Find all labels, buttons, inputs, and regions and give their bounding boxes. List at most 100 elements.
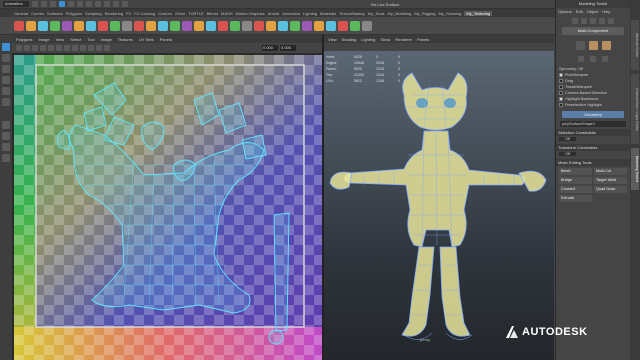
new-scene-icon[interactable] [32, 1, 38, 7]
shelf-tab[interactable]: My_Tools [368, 11, 385, 16]
checkbox-icon[interactable] [559, 91, 563, 95]
shelf-tab[interactable]: MASH [221, 11, 233, 16]
checkbox-icon[interactable] [559, 97, 563, 101]
mesh-tool-button[interactable]: Target Weld [594, 177, 627, 184]
multi-component-button[interactable]: Multi-Component [562, 27, 624, 35]
mesh-tool-button[interactable]: Extrude [559, 195, 592, 202]
select-by-hierarchy-icon[interactable] [59, 1, 65, 7]
symmetry-z-icon[interactable] [602, 56, 608, 62]
shelf-tab[interactable]: Lighting [303, 11, 317, 16]
open-scene-icon[interactable] [41, 1, 47, 7]
single-view-icon[interactable] [2, 121, 10, 129]
object-name-field[interactable]: polySurfaceShape1 [560, 121, 626, 127]
viewport-menu-item[interactable]: Shading [342, 37, 357, 42]
transform-dropdown[interactable]: Off [556, 151, 630, 157]
shelf-tool-icon[interactable] [230, 20, 240, 31]
uv-menu-item[interactable]: Image [101, 37, 112, 42]
save-scene-icon[interactable] [50, 1, 56, 7]
live-surface-label[interactable]: No Live Surface [371, 2, 399, 7]
mesh-tool-button[interactable]: Bridge [559, 177, 592, 184]
shelf-tool-icon[interactable] [26, 20, 36, 31]
uv-menu-item[interactable]: UV Sets [139, 37, 154, 42]
render-icon[interactable] [113, 1, 119, 7]
object-mode-icon[interactable] [572, 18, 578, 24]
shelf-tab[interactable]: Custom [158, 11, 172, 16]
soft-select-icon[interactable] [575, 41, 585, 50]
shelf-tool-icon[interactable] [218, 20, 228, 31]
shelf-tab[interactable]: FX Caching [134, 11, 155, 16]
shelf-tool-icon[interactable] [290, 20, 300, 31]
uv-menu-item[interactable]: Panels [160, 37, 172, 42]
menu-help[interactable]: Help [602, 9, 610, 14]
mesh-editing-header[interactable]: Mesh Editing Tools [556, 159, 630, 166]
mesh-tool-button[interactable]: Multi-Cut [594, 168, 627, 175]
shelf-tool-icon[interactable] [62, 20, 72, 31]
menu-edit[interactable]: Edit [576, 9, 583, 14]
uv-menu-item[interactable]: Polygons [16, 37, 32, 42]
shelf-tool-icon[interactable] [266, 20, 276, 31]
tab-attribute-editor[interactable]: Attribute Editor [631, 20, 639, 70]
shelf-tab[interactable]: My_Rigging [414, 11, 435, 16]
shelf-tab[interactable]: Materials [320, 11, 336, 16]
constraint-dropdown[interactable]: Off [556, 136, 630, 142]
geometry-button[interactable]: Geometry [562, 111, 624, 118]
uv-checker-icon[interactable] [32, 45, 38, 51]
shelf-tool-icon[interactable] [134, 20, 144, 31]
viewport-menu-item[interactable]: Panels [417, 37, 429, 42]
uv-paste-icon[interactable] [96, 45, 102, 51]
shelf-tab[interactable]: My_Texturing [464, 10, 493, 16]
rotate-tool-icon[interactable] [2, 87, 10, 95]
shelf-tool-icon[interactable] [158, 20, 168, 31]
select-by-object-icon[interactable] [68, 1, 74, 7]
shelf-tab[interactable]: Sculpting [85, 11, 101, 16]
shelf-tool-icon[interactable] [338, 20, 348, 31]
select-by-component-icon[interactable] [77, 1, 83, 7]
shelf-tool-icon[interactable] [74, 20, 84, 31]
uv-mode-icon[interactable] [608, 18, 614, 24]
shelf-tab[interactable]: My_Skinning [438, 11, 461, 16]
shelf-tab[interactable]: Animation [282, 11, 300, 16]
shelf-tool-icon[interactable] [350, 20, 360, 31]
scale-tool-icon[interactable] [2, 98, 10, 106]
shelf-tab[interactable]: Surfaces [47, 11, 63, 16]
lasso-tool-icon[interactable] [2, 54, 10, 62]
shelf-tool-icon[interactable] [302, 20, 312, 31]
shelf-tool-icon[interactable] [242, 20, 252, 31]
checkbox-icon[interactable] [559, 73, 563, 77]
selection-constraints-header[interactable]: Selection Constraints [556, 129, 630, 136]
uv-isolate-icon[interactable] [56, 45, 62, 51]
select-tool-icon[interactable] [2, 43, 10, 51]
shelf-tool-icon[interactable] [86, 20, 96, 31]
shelf-tab[interactable]: Rendering [105, 11, 123, 16]
checkbox-icon[interactable] [559, 85, 563, 89]
uv-filter-icon[interactable] [72, 45, 78, 51]
uv-flip-icon[interactable] [104, 45, 110, 51]
tab-channel-box[interactable]: Channel Box / Layer Editor [631, 74, 639, 144]
v-value-field[interactable]: 0.000 [280, 45, 296, 51]
mesh-tool-button[interactable]: Bevel [559, 168, 592, 175]
snap-grid-icon[interactable] [86, 1, 92, 7]
shelf-tool-icon[interactable] [170, 20, 180, 31]
shelf-tool-icon[interactable] [98, 20, 108, 31]
uv-menu-item[interactable]: View [56, 37, 65, 42]
symmetry-y-icon[interactable] [590, 56, 596, 62]
shelf-tab[interactable]: TURTLE [188, 11, 203, 16]
symmetry-x-icon[interactable] [578, 56, 584, 62]
reflection-icon[interactable] [588, 41, 598, 50]
mesh-tool-button[interactable]: Quad Draw [594, 186, 627, 193]
viewport-menu-item[interactable]: Renderer [395, 37, 412, 42]
shelf-tool-icon[interactable] [146, 20, 156, 31]
uv-grid-icon[interactable] [16, 45, 22, 51]
paint-select-icon[interactable] [2, 65, 10, 73]
side-by-side-view-icon[interactable] [2, 143, 10, 151]
shelf-tool-icon[interactable] [194, 20, 204, 31]
uv-shaded-icon[interactable] [40, 45, 46, 51]
shelf-tab[interactable]: My_Modeling [388, 11, 412, 16]
shelf-tool-icon[interactable] [50, 20, 60, 31]
snap-curve-icon[interactable] [95, 1, 101, 7]
uv-copy-icon[interactable] [88, 45, 94, 51]
outliner-view-icon[interactable] [2, 154, 10, 162]
vertex-mode-icon[interactable] [581, 18, 587, 24]
menu-options[interactable]: Options [558, 9, 572, 14]
edge-mode-icon[interactable] [590, 18, 596, 24]
